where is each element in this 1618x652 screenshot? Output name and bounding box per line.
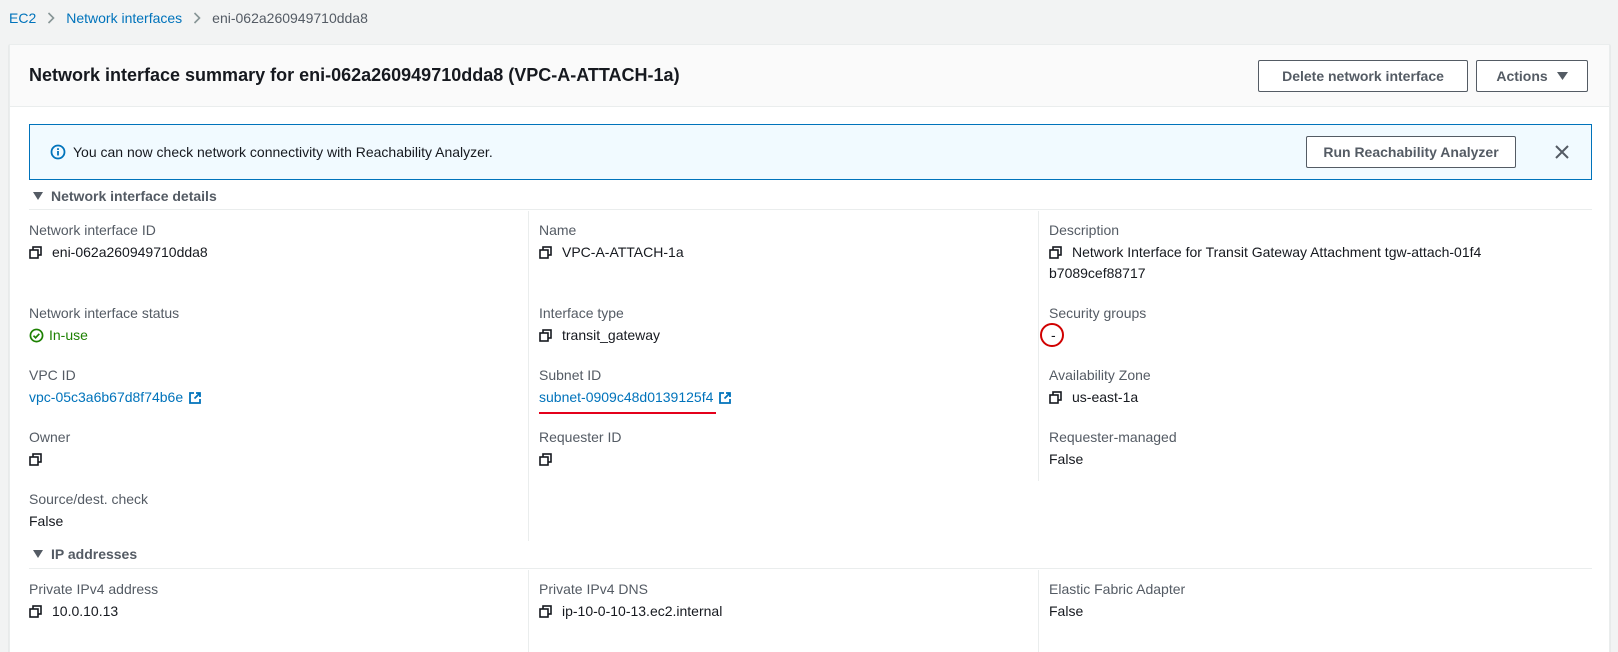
divider xyxy=(29,568,1592,569)
copy-icon[interactable] xyxy=(1049,242,1063,263)
column-divider xyxy=(1038,570,1039,652)
network-interface-details-toggle[interactable]: Network interface details xyxy=(33,188,217,204)
status-badge: In-use xyxy=(29,325,88,346)
section-title: Network interface details xyxy=(51,188,217,204)
vpc-id-link[interactable]: vpc-05c3a6b67d8f74b6e xyxy=(29,387,183,408)
breadcrumb: EC2 Network interfaces eni-062a260949710… xyxy=(9,8,368,28)
section-title: IP addresses xyxy=(51,546,138,562)
field-requester-managed: Requester-managed False xyxy=(1049,428,1529,470)
actions-dropdown-button[interactable]: Actions xyxy=(1476,60,1588,92)
run-reachability-analyzer-button[interactable]: Run Reachability Analyzer xyxy=(1306,136,1516,168)
column-divider xyxy=(528,211,529,541)
field-owner: Owner xyxy=(29,428,509,470)
field-availability-zone: Availability Zone us-east-1a xyxy=(1049,366,1529,408)
copy-icon[interactable] xyxy=(29,449,43,470)
caret-down-icon xyxy=(33,192,43,200)
field-subnet-id: Subnet ID subnet-0909c48d0139125f4 xyxy=(539,366,1019,414)
interface-type-value: transit_gateway xyxy=(562,327,661,343)
delete-network-interface-button[interactable]: Delete network interface xyxy=(1258,60,1468,92)
annotation-circle xyxy=(1040,323,1064,347)
summary-panel: Network interface summary for eni-062a26… xyxy=(9,44,1610,652)
subnet-id-link[interactable]: subnet-0909c48d0139125f4 xyxy=(539,387,713,408)
field-vpc-id: VPC ID vpc-05c3a6b67d8f74b6e xyxy=(29,366,509,408)
breadcrumb-ec2[interactable]: EC2 xyxy=(9,10,36,26)
info-icon xyxy=(50,144,66,163)
field-private-ipv4: Private IPv4 address 10.0.10.13 xyxy=(29,580,509,622)
field-requester-id: Requester ID xyxy=(539,428,1019,470)
description-value: Network Interface for Transit Gateway At… xyxy=(1049,244,1482,281)
breadcrumb-network-interfaces[interactable]: Network interfaces xyxy=(66,10,182,26)
caret-down-icon xyxy=(1556,72,1568,80)
copy-icon[interactable] xyxy=(539,601,553,622)
private-ipv4-value: 10.0.10.13 xyxy=(52,603,119,619)
annotation-underline xyxy=(539,412,716,414)
field-private-dns: Private IPv4 DNS ip-10-0-10-13.ec2.inter… xyxy=(539,580,1019,622)
external-link-icon[interactable] xyxy=(188,387,202,408)
ip-addresses-toggle[interactable]: IP addresses xyxy=(33,546,137,562)
copy-icon[interactable] xyxy=(1049,387,1063,408)
chevron-right-icon xyxy=(47,12,55,24)
copy-icon[interactable] xyxy=(539,242,553,263)
field-security-groups: Security groups - xyxy=(1040,304,1529,347)
column-divider xyxy=(1038,211,1039,481)
availability-zone-value: us-east-1a xyxy=(1072,389,1139,405)
chevron-right-icon xyxy=(193,12,201,24)
copy-icon[interactable] xyxy=(539,449,553,470)
close-icon[interactable] xyxy=(1552,142,1572,162)
copy-icon[interactable] xyxy=(29,242,43,263)
divider xyxy=(29,209,1592,210)
info-alert: You can now check network connectivity w… xyxy=(29,124,1592,180)
alert-text: You can now check network connectivity w… xyxy=(73,144,493,160)
breadcrumb-current: eni-062a260949710dda8 xyxy=(212,10,368,26)
field-status: Network interface status In-use xyxy=(29,304,509,346)
page-title: Network interface summary for eni-062a26… xyxy=(29,65,680,85)
caret-down-icon xyxy=(33,550,43,558)
name-value: VPC-A-ATTACH-1a xyxy=(562,244,684,260)
efa-value: False xyxy=(1049,603,1084,619)
panel-header: Network interface summary for eni-062a26… xyxy=(10,45,1609,107)
field-name: Name VPC-A-ATTACH-1a xyxy=(539,221,1019,263)
network-interface-id-value: eni-062a260949710dda8 xyxy=(52,244,208,260)
field-interface-type: Interface type transit_gateway xyxy=(539,304,1019,346)
copy-icon[interactable] xyxy=(539,325,553,346)
requester-managed-value: False xyxy=(1049,451,1084,467)
private-dns-value: ip-10-0-10-13.ec2.internal xyxy=(562,603,723,619)
check-circle-icon xyxy=(29,328,44,343)
external-link-icon[interactable] xyxy=(718,387,732,408)
source-dest-check-value: False xyxy=(29,513,64,529)
column-divider xyxy=(528,570,529,652)
field-description: Description Network Interface for Transi… xyxy=(1049,222,1482,281)
actions-label: Actions xyxy=(1496,68,1548,84)
field-network-interface-id: Network interface ID eni-062a260949710dd… xyxy=(29,221,509,263)
field-source-dest-check: Source/dest. check False xyxy=(29,490,509,532)
field-efa: Elastic Fabric Adapter False xyxy=(1049,580,1529,622)
copy-icon[interactable] xyxy=(29,601,43,622)
